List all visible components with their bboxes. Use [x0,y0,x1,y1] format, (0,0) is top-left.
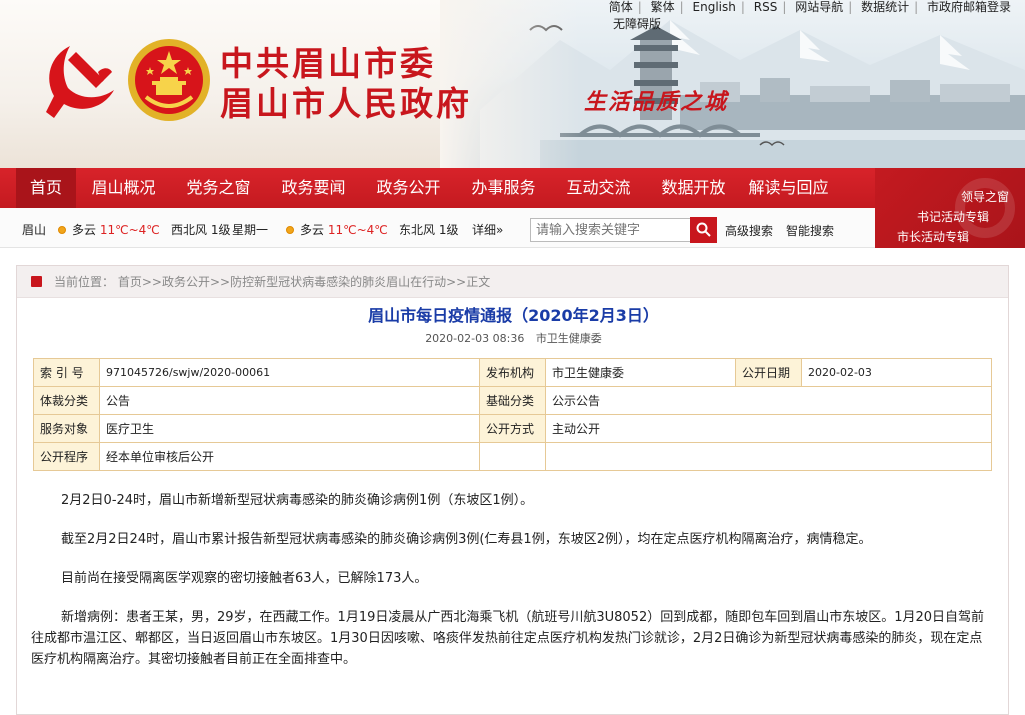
link-mayor-activities[interactable]: 市长活动专辑 [897,228,969,245]
city-slogan: 生活品质之城 [584,89,729,115]
nav-item-disclosure[interactable]: 政务公开 [361,168,456,208]
party-emblem-icon [40,42,120,125]
link-accessibility[interactable]: 无障碍版 [613,15,661,32]
article-paragraph: 2月2日0-24时，眉山市新增新型冠状病毒感染的肺炎确诊病例1例（东坡区1例）。 [61,493,534,508]
nav-item-home[interactable]: 首页 [16,168,76,208]
article-paragraph: 新增病例：患者王某，男，29岁，在西藏工作。1月19日凌晨从广西北海乘飞机（航班… [31,610,985,667]
article-datetime: 2020-02-03 08:36 [425,332,525,345]
publish-date: 2020-02-03 [801,358,992,387]
link-site-nav[interactable]: 网站导航 [795,0,843,14]
sun-icon [58,226,66,234]
nav-item-news[interactable]: 政务要闻 [266,168,361,208]
leader-links-panel: 领导之窗 书记活动专辑 市长活动专辑 [875,168,1025,248]
nav-item-interpretation[interactable]: 解读与回应 [741,168,836,208]
title-line-government: 眉山市人民政府 [220,84,472,123]
article-title: 眉山市每日疫情通报（2020年2月3日） [368,306,659,325]
article-paragraph: 截至2月2日24时，眉山市累计报告新型冠状病毒感染的肺炎确诊病例3例(仁寿县1例… [61,532,872,547]
article-paragraph: 目前尚在接受隔离医学观察的密切接触者63人，已解除173人。 [61,571,428,586]
disclosure-mode: 主动公开 [545,414,992,443]
link-leaders[interactable]: 领导之窗 [961,188,1009,205]
breadcrumb: 当前位置： 首页>>政务公开>>防控新型冠状病毒感染的肺炎眉山在行动>>正文 [17,266,1008,298]
home-icon [31,276,42,287]
top-links: 简体 | 繁体 | English | RSS | 网站导航 | 数据统计 | 市政府邮箱登… [608,0,1011,14]
weather-day-label: 星期一 [232,223,269,237]
link-traditional[interactable]: 繁体 [651,0,675,14]
breadcrumb-disclosure[interactable]: 政务公开 [162,275,210,289]
main-nav: 首页 眉山概况 党务之窗 政务要闻 政务公开 办事服务 互动交流 数据开放 解读… [0,168,1025,208]
nav-item-interaction[interactable]: 互动交流 [551,168,646,208]
service-target: 医疗卫生 [99,414,480,443]
weather-tomorrow: 多云 11℃~4℃ [286,221,388,238]
link-secretary-activities[interactable]: 书记活动专辑 [917,208,989,225]
nav-item-open-data[interactable]: 数据开放 [646,168,741,208]
search-input[interactable] [530,218,690,242]
index-number: 971045726/swjw/2020-00061 [99,358,480,387]
article-source: 市卫生健康委 [535,332,602,345]
advanced-search-link[interactable]: 高级搜索 [725,222,773,239]
search-button[interactable] [690,217,717,243]
article-meta: 2020-02-03 08:36 市卫生健康委 [17,330,1010,346]
link-statistics[interactable]: 数据统计 [861,0,909,14]
search-icon [696,222,711,237]
weather-city: 眉山 [22,223,47,237]
link-rss[interactable]: RSS [754,0,778,14]
national-emblem-icon [126,37,212,126]
publisher: 市卫生健康委 [545,358,736,387]
site-banner: 简体 | 繁体 | English | RSS | 网站导航 | 数据统计 | 市政府邮箱登… [0,0,1025,168]
weather-tomorrow-wind: 东北风 1级 [399,223,459,237]
breadcrumb-topic[interactable]: 防控新型冠状病毒感染的肺炎眉山在行动 [230,275,446,289]
article-panel: 当前位置： 首页>>政务公开>>防控新型冠状病毒感染的肺炎眉山在行动>>正文 眉… [16,265,1009,715]
nav-item-party-affairs[interactable]: 党务之窗 [171,168,266,208]
article-body: 2月2日0-24时，眉山市新增新型冠状病毒感染的肺炎确诊病例1例（东坡区1例）。… [31,490,995,688]
weather-detail-link[interactable]: 详细» [472,221,503,238]
link-mail-login[interactable]: 市政府邮箱登录 [927,0,1011,14]
sun-icon [286,226,294,234]
link-english[interactable]: English [693,0,736,14]
weather-today: 多云 11℃~4℃ [58,221,160,238]
genre: 公告 [99,386,480,415]
disclosure-meta-table: 索 引 号 971045726/swjw/2020-00061 发布机构 市卫生… [33,358,992,471]
site-title: 中共眉山市委 眉山市人民政府 [220,44,472,124]
breadcrumb-current: 正文 [466,275,491,289]
disclosure-procedure: 经本单位审核后公开 [99,442,480,471]
nav-item-overview[interactable]: 眉山概况 [76,168,171,208]
basic-category: 公示公告 [545,386,992,415]
nav-item-services[interactable]: 办事服务 [456,168,551,208]
title-line-party: 中共眉山市委 [220,44,436,83]
weather-today-wind: 西北风 1级 [171,223,231,237]
breadcrumb-home[interactable]: 首页 [118,275,142,289]
link-simplified[interactable]: 简体 [609,0,633,14]
smart-search-link[interactable]: 智能搜索 [786,222,834,239]
